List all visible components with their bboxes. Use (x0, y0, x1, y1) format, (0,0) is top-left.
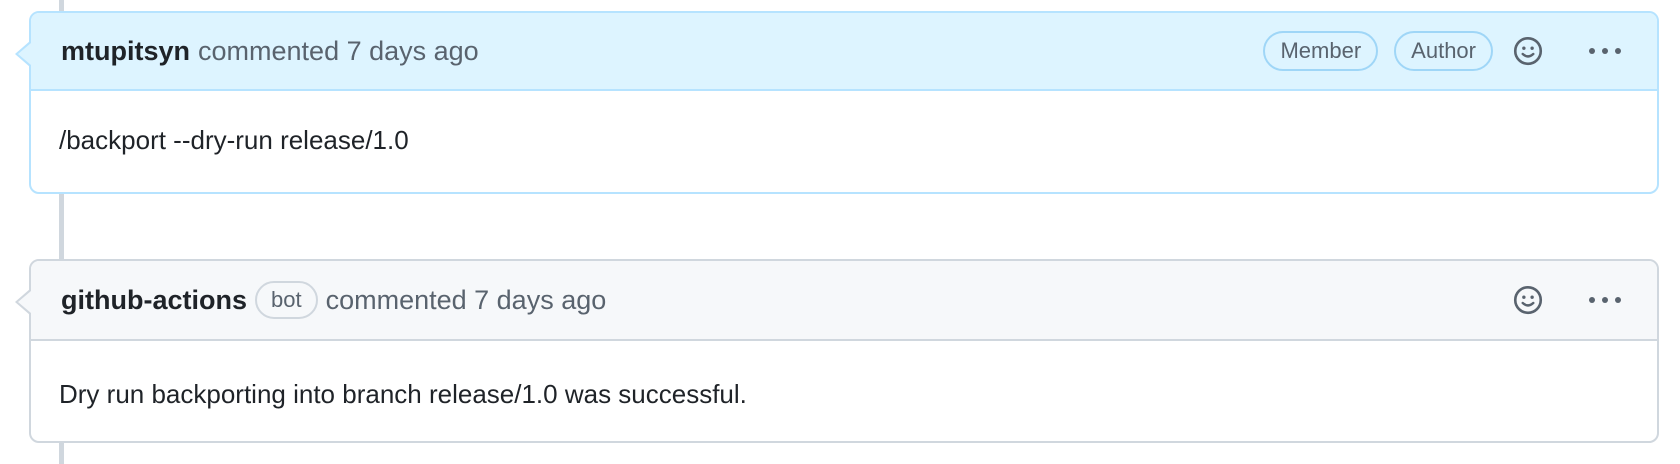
comment-pointer (15, 41, 31, 67)
comment-card: mtupitsyn commented 7 days ago Member Au… (15, 11, 1659, 194)
comment-author-link[interactable]: mtupitsyn (61, 36, 190, 67)
member-badge: Member (1263, 31, 1379, 71)
kebab-horizontal-icon (1589, 48, 1621, 54)
comment-timestamp[interactable]: commented 7 days ago (198, 36, 479, 67)
more-options-button[interactable] (1563, 46, 1623, 56)
kebab-horizontal-icon (1589, 297, 1621, 303)
smiley-icon (1513, 36, 1543, 66)
comment-header: mtupitsyn commented 7 days ago Member Au… (15, 13, 1657, 91)
comment-card: github-actions bot commented 7 days ago (15, 259, 1659, 443)
add-reaction-button[interactable] (1513, 36, 1543, 66)
bot-badge: bot (254, 281, 318, 319)
add-reaction-button[interactable] (1513, 285, 1543, 315)
author-badge: Author (1394, 31, 1493, 71)
comment-body: Dry run backporting into branch release/… (59, 379, 747, 409)
comment-timestamp[interactable]: commented 7 days ago (326, 285, 607, 316)
more-options-button[interactable] (1563, 295, 1623, 305)
smiley-icon (1513, 285, 1543, 315)
comment-body: /backport --dry-run release/1.0 (59, 125, 409, 155)
comment-author-link[interactable]: github-actions (61, 285, 247, 316)
comment-pointer (15, 289, 31, 315)
timeline: mtupitsyn commented 7 days ago Member Au… (0, 0, 1680, 464)
comment-header: github-actions bot commented 7 days ago (15, 261, 1657, 341)
